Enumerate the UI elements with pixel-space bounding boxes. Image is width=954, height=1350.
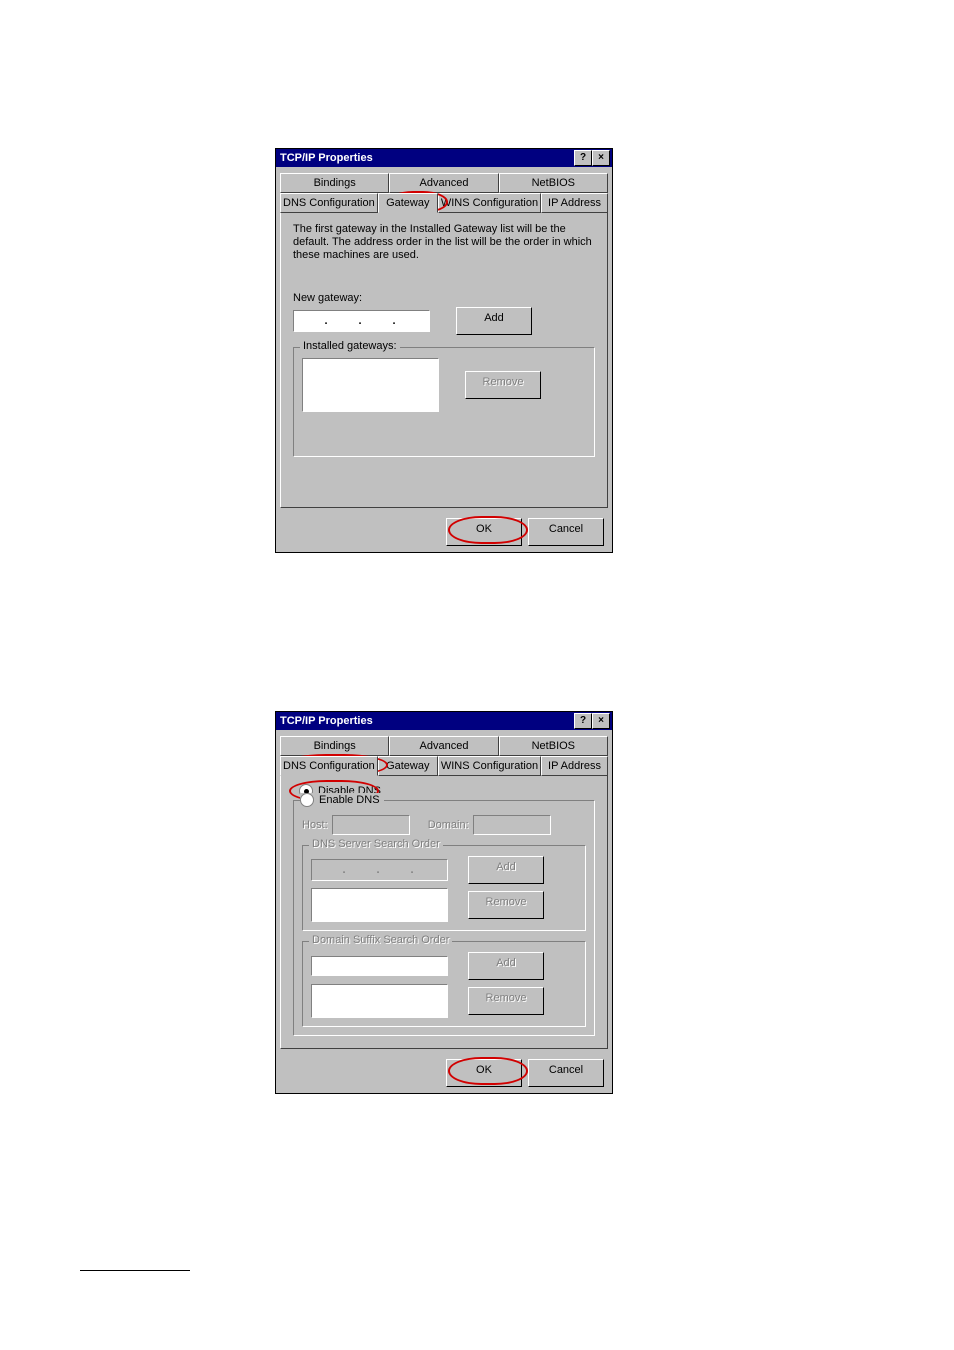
- dns-order-list: [311, 888, 448, 922]
- add-button[interactable]: Add: [456, 307, 532, 335]
- tab-dns-configuration[interactable]: DNS Configuration: [280, 193, 378, 213]
- tab-ip-address[interactable]: IP Address: [541, 193, 608, 213]
- close-icon[interactable]: ×: [592, 713, 610, 729]
- ok-button[interactable]: OK: [446, 518, 522, 546]
- domain-label: Domain:: [428, 819, 469, 831]
- dns-add-button: Add: [468, 856, 544, 884]
- window-title: TCP/IP Properties: [280, 712, 373, 730]
- host-label: Host:: [302, 819, 328, 831]
- dns-remove-button: Remove: [468, 891, 544, 919]
- tab-advanced[interactable]: Advanced: [389, 736, 498, 756]
- titlebar: TCP/IP Properties ? ×: [276, 149, 612, 167]
- tab-netbios[interactable]: NetBIOS: [499, 736, 608, 756]
- dns-order-label: DNS Server Search Order: [309, 838, 443, 850]
- tab-dns-configuration[interactable]: DNS Configuration: [280, 756, 378, 776]
- ok-button[interactable]: OK: [446, 1059, 522, 1087]
- new-gateway-label: New gateway:: [293, 292, 595, 304]
- suffix-order-list: [311, 984, 448, 1018]
- dns-ip-input: . . .: [311, 859, 448, 881]
- domain-input: [473, 815, 551, 835]
- close-icon[interactable]: ×: [592, 150, 610, 166]
- tab-bindings[interactable]: Bindings: [280, 736, 389, 756]
- tab-gateway[interactable]: Gateway: [378, 756, 438, 776]
- installed-gateways-list[interactable]: [302, 358, 439, 412]
- new-gateway-ip-input[interactable]: . . .: [293, 310, 430, 332]
- tab-ip-address[interactable]: IP Address: [541, 756, 608, 776]
- help-icon[interactable]: ?: [574, 150, 592, 166]
- tab-bindings[interactable]: Bindings: [280, 173, 389, 193]
- remove-button: Remove: [465, 371, 541, 399]
- tab-wins-configuration[interactable]: WINS Configuration: [438, 756, 541, 776]
- cancel-button[interactable]: Cancel: [528, 518, 604, 546]
- tab-netbios[interactable]: NetBIOS: [499, 173, 608, 193]
- suffix-order-label: Domain Suffix Search Order: [309, 934, 452, 946]
- help-icon[interactable]: ?: [574, 713, 592, 729]
- tcpip-properties-dialog-gateway: TCP/IP Properties ? × Bindings Advanced …: [275, 148, 613, 553]
- suffix-input: [311, 956, 448, 976]
- host-input: [332, 815, 410, 835]
- help-text: The first gateway in the Installed Gatew…: [293, 223, 595, 262]
- tab-advanced[interactable]: Advanced: [389, 173, 498, 193]
- cancel-button[interactable]: Cancel: [528, 1059, 604, 1087]
- installed-gateways-label: Installed gateways:: [300, 340, 400, 352]
- tcpip-properties-dialog-dns: TCP/IP Properties ? × Bindings Advanced …: [275, 711, 613, 1094]
- enable-dns-radio[interactable]: Enable DNS: [300, 793, 384, 807]
- tab-gateway[interactable]: Gateway: [378, 193, 438, 213]
- suffix-add-button: Add: [468, 952, 544, 980]
- tab-wins-configuration[interactable]: WINS Configuration: [438, 193, 541, 213]
- suffix-remove-button: Remove: [468, 987, 544, 1015]
- titlebar: TCP/IP Properties ? ×: [276, 712, 612, 730]
- enable-dns-label: Enable DNS: [319, 794, 380, 806]
- window-title: TCP/IP Properties: [280, 149, 373, 167]
